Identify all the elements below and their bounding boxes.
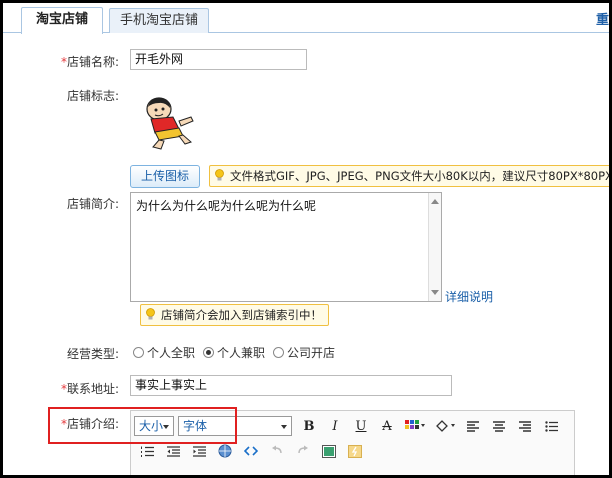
align-center-icon [493, 420, 505, 432]
brief-index-tip: 店铺简介会加入到店铺索引中！ [140, 304, 329, 326]
undo-icon [272, 445, 282, 454]
radio-label: 个人全职 [147, 345, 196, 360]
radio-button[interactable] [133, 346, 144, 358]
dropdown-arrow-icon [281, 425, 287, 429]
globe-link-icon [218, 444, 232, 458]
address-label: *联系地址: [61, 380, 119, 397]
highlight-box [48, 407, 237, 444]
tab-taobao-shop[interactable]: 淘宝店铺 [21, 7, 103, 34]
radio-personal-parttime[interactable]: 个人兼职 [203, 344, 265, 361]
redo-button[interactable] [290, 440, 316, 462]
textarea-scrollbar[interactable] [428, 193, 441, 301]
radio-company-shop[interactable]: 公司开店 [273, 344, 335, 361]
shop-brief-label: 店铺简介: [67, 197, 120, 211]
code-icon [244, 446, 258, 456]
align-right-button[interactable] [512, 415, 538, 437]
shop-name-label-text: 店铺名称: [67, 55, 120, 69]
radio-label: 个人兼职 [217, 345, 266, 360]
brief-index-tip-text: 店铺简介会加入到店铺索引中！ [161, 308, 322, 322]
scroll-down-arrow-icon[interactable] [431, 290, 439, 295]
outdent-icon [166, 445, 180, 457]
image-icon [322, 444, 336, 458]
shop-settings-page: 淘宝店铺 手机淘宝店铺 重 *店铺名称: 开毛外网 店铺标志: 上传图标 文件格… [3, 3, 609, 475]
scroll-up-arrow-icon[interactable] [431, 199, 439, 204]
radio-label: 公司开店 [287, 345, 336, 360]
insert-image-button[interactable] [316, 440, 342, 462]
align-left-icon [467, 420, 479, 432]
bold-button[interactable]: B [296, 415, 322, 437]
shop-logo-image [146, 97, 194, 150]
paint-bucket-icon [436, 420, 455, 432]
radio-button-selected[interactable] [203, 346, 215, 358]
tab-mobile-taobao-shop[interactable]: 手机淘宝店铺 [109, 8, 209, 33]
undo-button[interactable] [264, 440, 290, 462]
flash-icon [348, 444, 362, 458]
insert-flash-button[interactable] [342, 440, 368, 462]
shop-brief-textarea[interactable]: 为什么为什么呢为什么呢为什么呢 [130, 192, 442, 302]
address-input[interactable]: 事实上事实上 [130, 375, 452, 396]
numbered-list-icon [140, 446, 154, 457]
shop-brief-text: 为什么为什么呢为什么呢为什么呢 [136, 199, 317, 213]
upload-logo-button[interactable]: 上传图标 [130, 165, 200, 188]
text-color-button[interactable] [400, 415, 430, 437]
shop-name-input[interactable]: 开毛外网 [130, 49, 307, 70]
align-center-button[interactable] [486, 415, 512, 437]
business-type-label: 经营类型: [67, 347, 120, 361]
bullet-list-button[interactable] [538, 415, 564, 437]
indent-icon [192, 445, 206, 457]
radio-personal-fulltime[interactable]: 个人全职 [133, 344, 195, 361]
strikethrough-button[interactable]: A [374, 415, 400, 437]
source-code-button[interactable] [238, 440, 264, 462]
lightbulb-icon [215, 169, 224, 181]
upload-tip: 文件格式GIF、JPG、JPEG、PNG文件大小80K以内，建议尺寸80PX*8… [209, 165, 609, 187]
shop-logo-label: 店铺标志: [67, 89, 120, 103]
color-grid-icon [405, 420, 425, 429]
italic-button[interactable]: I [322, 415, 348, 437]
tab-bar: 淘宝店铺 手机淘宝店铺 重 [3, 3, 609, 34]
underline-button[interactable]: U [348, 415, 374, 437]
fill-color-button[interactable] [430, 415, 460, 437]
upload-tip-text: 文件格式GIF、JPG、JPEG、PNG文件大小80K以内，建议尺寸80PX*8… [230, 169, 609, 183]
redo-icon [298, 445, 308, 454]
business-type-radio-group: 个人全职 个人兼职 公司开店 [133, 344, 343, 360]
detail-explanation-link[interactable]: 详细说明 [445, 288, 493, 305]
bullet-list-icon [544, 420, 558, 432]
address-label-text: 联系地址: [67, 382, 120, 396]
align-left-button[interactable] [460, 415, 486, 437]
lightbulb-icon [146, 308, 155, 320]
corner-text-fragment: 重 [595, 13, 609, 28]
shop-name-label: *店铺名称: [61, 53, 119, 70]
radio-button[interactable] [273, 346, 285, 358]
align-right-icon [519, 420, 531, 432]
